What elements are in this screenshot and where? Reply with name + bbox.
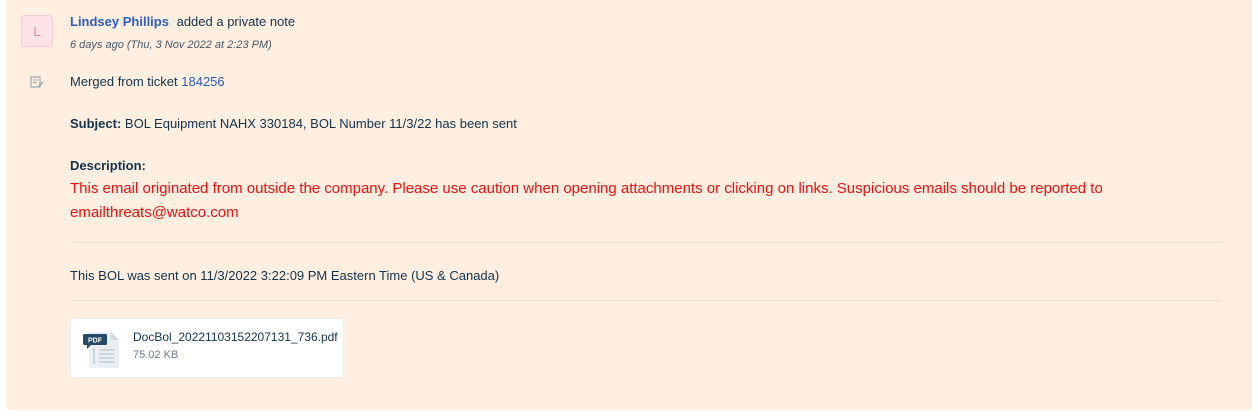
attachment-file-name[interactable]: DocBol_20221103152207131_736.pdf [133, 330, 338, 344]
subject-value: BOL Equipment NAHX 330184, BOL Number 11… [121, 116, 517, 131]
divider [70, 242, 1222, 243]
avatar-initial: L [33, 23, 41, 39]
private-note-icon [30, 76, 44, 88]
private-note-card: L Lindsey Phillips added a private note … [6, 0, 1252, 410]
note-action-text: added a private note [176, 14, 296, 29]
attachment-card[interactable]: PDF DocBol_20221103152207131_736.pdf 75.… [70, 318, 344, 378]
merged-ticket-link[interactable]: 184256 [181, 74, 224, 89]
attachment-file-size: 75.02 KB [133, 349, 179, 361]
subject-label: Subject: [70, 116, 122, 131]
bol-sent-text: This BOL was sent on 11/3/2022 3:22:09 P… [70, 268, 500, 283]
author-link[interactable]: Lindsey Phillips [70, 14, 169, 29]
note-header: Lindsey Phillips added a private note [70, 14, 295, 29]
subject-line: Subject: BOL Equipment NAHX 330184, BOL … [70, 116, 517, 131]
avatar: L [21, 15, 53, 47]
pdf-label: PDF [88, 338, 103, 345]
merged-from-line: Merged from ticket 184256 [70, 74, 225, 89]
divider [70, 300, 1222, 301]
external-email-warning: This email originated from outside the c… [70, 180, 1103, 221]
merged-prefix: Merged from ticket [70, 74, 182, 89]
note-timestamp: 6 days ago (Thu, 3 Nov 2022 at 2:23 PM) [70, 39, 272, 51]
description-label: Description: [70, 158, 146, 173]
pdf-file-icon: PDF [83, 332, 119, 368]
